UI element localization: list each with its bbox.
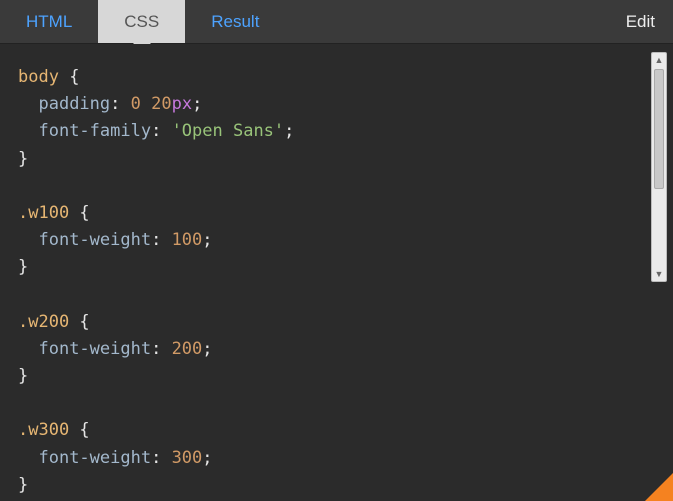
code-editor[interactable]: body { padding: 0 20px; font-family: 'Op… <box>0 44 647 501</box>
vertical-scrollbar[interactable]: ▲ ▼ <box>651 52 667 282</box>
toolbar-spacer <box>285 0 607 43</box>
corner-flag-icon <box>645 473 673 501</box>
toolbar: HTML CSS Result Edit <box>0 0 673 44</box>
editor-pane: body { padding: 0 20px; font-family: 'Op… <box>0 44 673 501</box>
scroll-up-arrow-icon[interactable]: ▲ <box>652 53 666 67</box>
scrollbar-thumb[interactable] <box>654 69 664 189</box>
tab-result[interactable]: Result <box>185 0 285 43</box>
tab-css[interactable]: CSS <box>98 0 185 43</box>
edit-button[interactable]: Edit <box>608 0 673 43</box>
tab-html[interactable]: HTML <box>0 0 98 43</box>
scroll-down-arrow-icon[interactable]: ▼ <box>652 267 666 281</box>
